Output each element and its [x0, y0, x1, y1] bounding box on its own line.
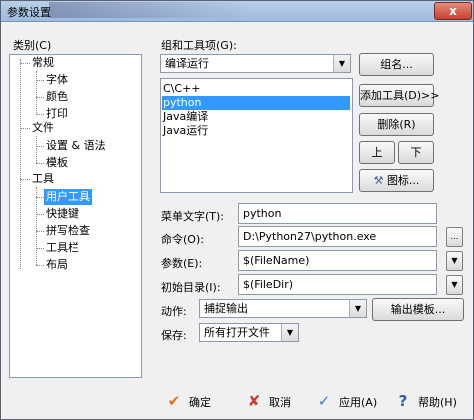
tree-line: [36, 265, 44, 266]
tree-item-font[interactable]: 字体: [46, 72, 68, 88]
group-label: 组和工具项(G):: [161, 39, 237, 52]
chevron-down-icon[interactable]: ▼: [333, 55, 350, 72]
tree-item-file[interactable]: 文件: [32, 120, 54, 136]
icon-button-label: 图标...: [386, 174, 420, 187]
tool-list[interactable]: C\C++ python Java编译 Java运行: [160, 78, 353, 193]
help-icon: ?: [398, 392, 408, 410]
move-up-button[interactable]: 上: [359, 141, 395, 164]
tree-line: [36, 197, 44, 198]
ok-button-label: 确定: [189, 396, 211, 409]
cancel-icon: ✘: [247, 392, 261, 410]
group-select[interactable]: 编译运行 ▼: [160, 54, 351, 73]
tool-list-item[interactable]: C\C++: [163, 82, 201, 96]
cancel-button-label: 取消: [269, 396, 291, 409]
title-bar-background-text: [49, 2, 249, 18]
help-button-label: 帮助(H): [418, 396, 457, 409]
tree-line: [36, 114, 44, 115]
wrench-icon: ⚒: [373, 174, 384, 187]
apply-button[interactable]: ✓ 应用(A): [315, 389, 377, 413]
tree-item-spell-check[interactable]: 拼写检查: [46, 223, 90, 239]
apply-icon: ✓: [317, 392, 331, 410]
category-label: 类别(C): [13, 39, 52, 52]
action-select-value: 捕捉输出: [204, 302, 248, 315]
save-label: 保存:: [161, 329, 187, 342]
command-label: 命令(O):: [161, 233, 204, 246]
category-tree[interactable]: 常规 字体 颜色 打印 文件 设置 & 语法 模板 工具 用户工具 快捷键 拼写…: [9, 54, 142, 378]
init-dir-dropdown-button[interactable]: ▼: [446, 275, 463, 295]
tool-list-item[interactable]: Java运行: [163, 124, 208, 138]
tree-line: [36, 71, 37, 115]
tree-line: [36, 80, 44, 81]
group-select-value: 编译运行: [165, 57, 209, 70]
tree-item-user-tools[interactable]: 用户工具: [44, 189, 92, 205]
title-bar[interactable]: 参数设置 x: [1, 1, 473, 22]
tree-line: [36, 231, 44, 232]
delete-button[interactable]: 删除(R): [359, 113, 434, 136]
chevron-down-icon[interactable]: ▼: [281, 324, 298, 341]
window-title: 参数设置: [7, 6, 51, 19]
checkmark-icon: ✔: [167, 392, 181, 410]
chevron-down-icon: ▼: [451, 256, 458, 265]
preferences-dialog: 参数设置 x 类别(C) 常规 字体 颜色 打印 文件 设置 & 语法 模板 工…: [0, 0, 474, 420]
tree-item-layout[interactable]: 布局: [46, 257, 68, 273]
command-input[interactable]: D:\Python27\python.exe: [238, 226, 437, 247]
tree-item-settings-syntax[interactable]: 设置 & 语法: [46, 138, 106, 154]
tree-line: [36, 163, 44, 164]
move-down-button[interactable]: 下: [398, 141, 434, 164]
action-select[interactable]: 捕捉输出 ▼: [199, 299, 367, 318]
tree-item-general[interactable]: 常规: [32, 55, 54, 71]
action-label: 动作:: [161, 305, 187, 318]
tree-item-tools[interactable]: 工具: [32, 171, 54, 187]
menu-text-label: 菜单文字(T):: [161, 210, 225, 223]
chevron-down-icon[interactable]: ▼: [349, 300, 366, 317]
tree-item-color[interactable]: 颜色: [46, 89, 68, 105]
tool-list-item[interactable]: Java编译: [163, 110, 208, 124]
tree-line: [20, 128, 30, 129]
tree-item-template[interactable]: 模板: [46, 155, 68, 171]
browse-button[interactable]: ...: [446, 227, 463, 247]
save-select-value: 所有打开文件: [204, 326, 270, 339]
tree-line: [36, 136, 37, 163]
init-dir-input[interactable]: $(FileDir): [238, 274, 437, 295]
save-select[interactable]: 所有打开文件 ▼: [199, 323, 299, 342]
tree-line: [36, 146, 44, 147]
tree-line: [20, 179, 30, 180]
tree-item-toolbar[interactable]: 工具栏: [46, 240, 79, 256]
ok-button[interactable]: ✔ 确定: [165, 389, 211, 413]
tree-line: [36, 214, 44, 215]
args-dropdown-button[interactable]: ▼: [446, 251, 463, 271]
args-input[interactable]: $(FileName): [238, 250, 437, 271]
output-template-button[interactable]: 输出模板...: [372, 298, 464, 321]
group-name-button[interactable]: 组名...: [359, 53, 434, 76]
add-tool-button[interactable]: 添加工具(D)>>: [359, 84, 440, 107]
tree-item-shortcuts[interactable]: 快捷键: [46, 206, 79, 222]
help-button[interactable]: ? 帮助(H): [394, 389, 457, 413]
cancel-button[interactable]: ✘ 取消: [245, 389, 291, 413]
chevron-down-icon: ▼: [451, 280, 458, 289]
tree-line: [36, 187, 37, 265]
tree-line: [20, 63, 30, 64]
icon-button[interactable]: ⚒ 图标...: [359, 169, 434, 192]
tree-line: [36, 97, 44, 98]
close-button[interactable]: x: [434, 2, 472, 20]
args-label: 参数(E):: [161, 257, 203, 270]
tool-list-item-selected[interactable]: python: [162, 96, 350, 110]
tree-line: [20, 59, 21, 269]
init-dir-label: 初始目录(I):: [161, 281, 221, 294]
menu-text-input[interactable]: python: [238, 203, 437, 224]
apply-button-label: 应用(A): [339, 396, 378, 409]
tree-line: [36, 248, 44, 249]
